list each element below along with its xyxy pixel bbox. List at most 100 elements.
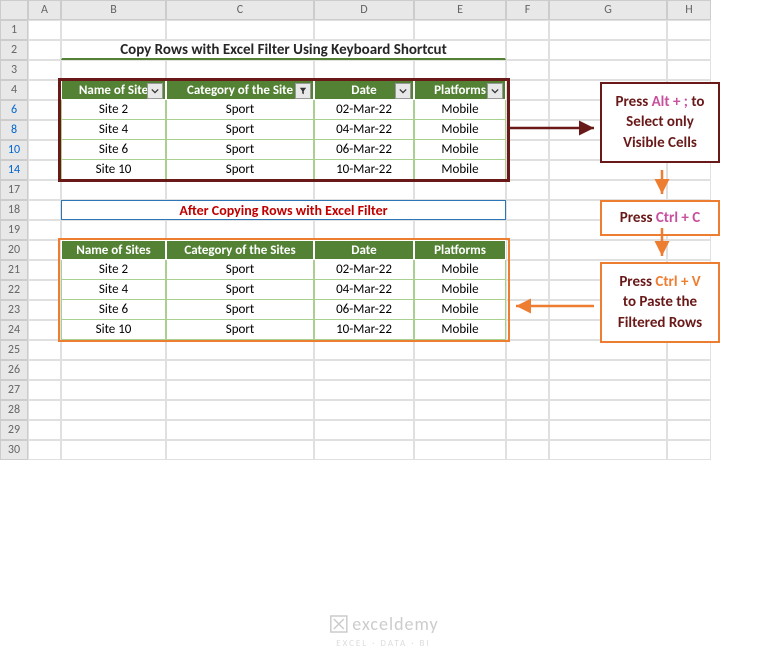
col-header[interactable]: C [166, 0, 314, 20]
cell[interactable] [667, 380, 711, 400]
cell[interactable] [549, 180, 667, 200]
table-cell[interactable]: Sport [166, 260, 314, 280]
cell[interactable] [667, 40, 711, 60]
table-cell[interactable]: 10-Mar-22 [314, 160, 414, 180]
cell[interactable] [28, 380, 61, 400]
cell[interactable] [506, 40, 549, 60]
cell[interactable] [28, 340, 61, 360]
cell[interactable] [314, 380, 414, 400]
row-header[interactable]: 21 [0, 260, 28, 280]
cell[interactable] [506, 280, 549, 300]
cell[interactable] [166, 340, 314, 360]
col-header[interactable]: E [414, 0, 506, 20]
cell[interactable] [166, 180, 314, 200]
row-header[interactable]: 25 [0, 340, 28, 360]
cell[interactable] [414, 180, 506, 200]
row-header[interactable]: 30 [0, 440, 28, 460]
cell[interactable] [166, 440, 314, 460]
row-header[interactable]: 17 [0, 180, 28, 200]
cell[interactable] [414, 440, 506, 460]
cell[interactable] [414, 340, 506, 360]
table-header[interactable]: Platforms [414, 80, 506, 100]
table-cell[interactable]: Sport [166, 280, 314, 300]
cell[interactable] [506, 180, 549, 200]
cell[interactable] [506, 200, 549, 220]
row-header[interactable]: 24 [0, 320, 28, 340]
col-header[interactable]: G [549, 0, 667, 20]
cell[interactable] [28, 60, 61, 80]
cell[interactable] [667, 340, 711, 360]
cell[interactable] [28, 240, 61, 260]
cell[interactable] [314, 60, 414, 80]
row-header[interactable]: 22 [0, 280, 28, 300]
cell[interactable] [667, 400, 711, 420]
table-cell[interactable]: Sport [166, 320, 314, 340]
cell[interactable] [166, 400, 314, 420]
row-header[interactable]: 27 [0, 380, 28, 400]
filter-button[interactable] [487, 83, 503, 99]
table-cell[interactable]: Mobile [414, 100, 506, 120]
cell[interactable] [549, 240, 667, 260]
table-cell[interactable]: Site 4 [61, 120, 166, 140]
cell[interactable] [549, 160, 667, 180]
row-header[interactable]: 18 [0, 200, 28, 220]
cell[interactable] [506, 340, 549, 360]
row-header[interactable]: 8 [0, 120, 28, 140]
table-cell[interactable]: Site 4 [61, 280, 166, 300]
cell[interactable] [506, 100, 549, 120]
cell[interactable] [61, 360, 166, 380]
cell[interactable] [506, 160, 549, 180]
table-cell[interactable]: Mobile [414, 260, 506, 280]
cell[interactable] [314, 340, 414, 360]
cell[interactable] [166, 60, 314, 80]
cell[interactable] [314, 360, 414, 380]
cell[interactable] [549, 20, 667, 40]
row-header[interactable]: 14 [0, 160, 28, 180]
cell[interactable] [166, 420, 314, 440]
table-cell[interactable]: 02-Mar-22 [314, 100, 414, 120]
cell[interactable] [61, 400, 166, 420]
row-header[interactable]: 19 [0, 220, 28, 240]
cell[interactable] [667, 360, 711, 380]
table-cell[interactable]: Site 6 [61, 140, 166, 160]
cell[interactable] [414, 220, 506, 240]
cell[interactable] [61, 380, 166, 400]
row-header[interactable]: 29 [0, 420, 28, 440]
cell[interactable] [667, 240, 711, 260]
table-cell[interactable]: Mobile [414, 140, 506, 160]
table-cell[interactable]: Sport [166, 100, 314, 120]
row-header[interactable]: 1 [0, 20, 28, 40]
table-header[interactable]: Name of Sites [61, 240, 166, 260]
cell[interactable] [28, 40, 61, 60]
row-header[interactable]: 10 [0, 140, 28, 160]
cell[interactable] [314, 420, 414, 440]
cell[interactable] [667, 420, 711, 440]
cell[interactable] [506, 140, 549, 160]
col-header[interactable]: A [28, 0, 61, 20]
row-header[interactable]: 3 [0, 60, 28, 80]
cell[interactable] [28, 300, 61, 320]
table-cell[interactable]: 04-Mar-22 [314, 280, 414, 300]
cell[interactable] [506, 360, 549, 380]
cell[interactable] [549, 60, 667, 80]
cell[interactable] [28, 160, 61, 180]
cell[interactable] [28, 220, 61, 240]
cell[interactable] [28, 420, 61, 440]
cell[interactable] [549, 40, 667, 60]
table-cell[interactable]: Sport [166, 120, 314, 140]
cell[interactable] [166, 20, 314, 40]
cell[interactable] [549, 440, 667, 460]
cell[interactable] [414, 400, 506, 420]
cell[interactable] [414, 360, 506, 380]
row-header[interactable]: 26 [0, 360, 28, 380]
cell[interactable] [28, 100, 61, 120]
table-cell[interactable]: Site 2 [61, 100, 166, 120]
cell[interactable] [166, 380, 314, 400]
table-cell[interactable]: Mobile [414, 280, 506, 300]
cell[interactable] [506, 20, 549, 40]
table-cell[interactable]: Sport [166, 140, 314, 160]
table-header[interactable]: Category of the Site [166, 80, 314, 100]
cell[interactable] [28, 360, 61, 380]
filter-active-button[interactable] [295, 83, 311, 99]
table-cell[interactable]: Mobile [414, 120, 506, 140]
